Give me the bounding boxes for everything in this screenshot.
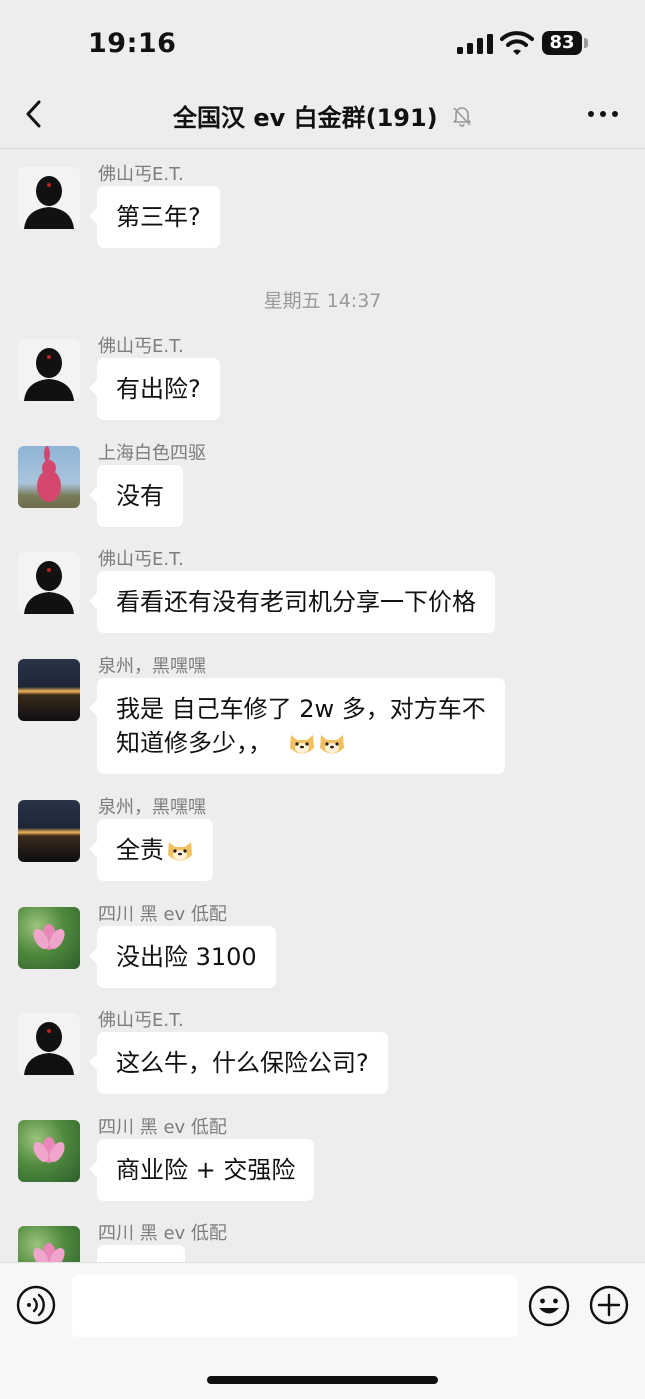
smiley-icon[interactable] (528, 1285, 570, 1327)
plus-icon[interactable] (589, 1285, 629, 1325)
message-bubble[interactable]: 我是 自己车修了 2w 多，对方车不 知道修多少，， (89, 678, 505, 774)
message-input[interactable] (72, 1275, 517, 1337)
message-line: 知道修多少，， (116, 729, 272, 757)
sender-name: 佛山丐E.T. (98, 1010, 184, 1031)
sender-name: 四川 黑 ev 低配 (98, 1117, 227, 1138)
battery-level: 83 (542, 31, 582, 55)
message-line-with-emoji: 知道修多少，， (116, 726, 486, 760)
avatar[interactable] (18, 1013, 80, 1075)
message-bubble[interactable]: 这么牛，什么保险公司? (89, 1032, 388, 1094)
voice-icon[interactable] (16, 1285, 56, 1325)
timestamp: 星期五 14:37 (263, 290, 382, 312)
message-line: 我是 自己车修了 2w 多，对方车不 (116, 695, 486, 723)
cellular-signal-icon (457, 34, 493, 54)
sender-name: 上海白色四驱 (98, 443, 206, 464)
avatar[interactable] (18, 446, 80, 508)
dog-face-emoji-icon (319, 735, 344, 754)
sender-name: 佛山丐E.T. (98, 164, 184, 185)
avatar[interactable] (18, 339, 80, 401)
message-bubble[interactable]: 没有 (89, 465, 183, 527)
status-bar: 19:16 83 (0, 0, 645, 90)
avatar[interactable] (18, 167, 80, 229)
message-bubble[interactable]: 看看还有没有老司机分享一下价格 (89, 571, 495, 633)
avatar[interactable] (18, 1226, 80, 1262)
message-bubble[interactable]: 第三年? (89, 186, 220, 248)
message-bubble[interactable]: 商业险 + 交强险 (88, 1139, 315, 1201)
chat-title: 全国汉 ev 白金群(191) (0, 98, 645, 133)
message-bubble[interactable] (97, 1245, 185, 1262)
chat-messages[interactable]: 佛山丐E.T. 第三年? 星期五 14:37 佛山丐E.T. 有出险? 上海白色… (0, 150, 645, 1262)
sender-name: 四川 黑 ev 低配 (98, 904, 227, 925)
dog-face-emoji-icon (168, 842, 192, 861)
avatar[interactable] (18, 800, 80, 862)
avatar[interactable] (18, 552, 80, 614)
message-text: 全责 (116, 836, 164, 864)
chat-title-text: 全国汉 ev 白金群(191) (172, 104, 438, 132)
message-bubble[interactable]: 全责 (89, 819, 213, 881)
nav-bar: 全国汉 ev 白金群(191) (0, 86, 645, 149)
dog-face-emoji-icon (289, 735, 314, 754)
sender-name: 佛山丐E.T. (98, 336, 184, 357)
message-bubble[interactable]: 没出险 3100 (89, 926, 276, 988)
sender-name: 泉州，黑嘿嘿 (98, 797, 206, 818)
avatar[interactable] (18, 1120, 80, 1182)
avatar[interactable] (18, 659, 80, 721)
message-bubble[interactable]: 有出险? (89, 358, 220, 420)
sender-name: 四川 黑 ev 低配 (98, 1223, 227, 1244)
sender-name: 佛山丐E.T. (98, 549, 184, 570)
wifi-icon (500, 31, 534, 55)
bell-slash-icon (453, 106, 471, 127)
more-dots-icon[interactable] (586, 100, 620, 128)
home-indicator[interactable] (207, 1376, 438, 1384)
sender-name: 泉州，黑嘿嘿 (98, 656, 206, 677)
avatar[interactable] (18, 907, 80, 969)
battery-cap (584, 38, 588, 48)
status-time: 19:16 (88, 28, 177, 59)
